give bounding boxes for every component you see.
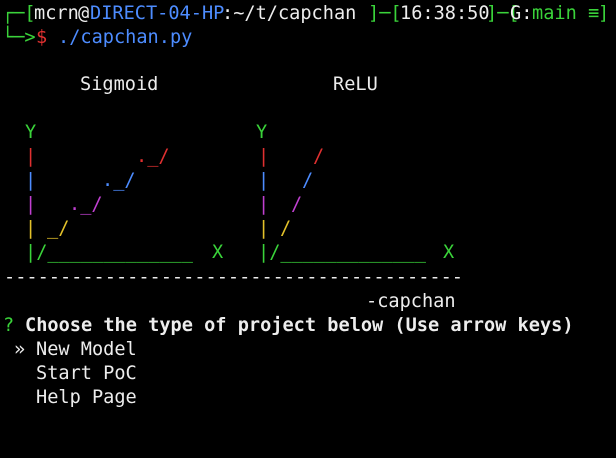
menu-item-label: Help Page [36,387,137,408]
prompt-corner-top: ┌─[ [2,3,36,24]
sigmoid-axis-seg-3: | [25,194,37,215]
sigmoid-axis-seg-4: | [25,218,37,239]
prompt-header: ┌─[ mcrn @ DIRECT-04-HP :~/t/capchan ]─[… [0,2,609,26]
question-marker: ? [3,315,15,336]
prompt-git-branch: main ≡ [532,3,600,24]
sigmoid-curve-seg-4: ._/ [136,146,170,167]
relu-axis-seg-3: | [258,194,270,215]
relu-x-axis: |/_____________ [258,242,426,263]
prompt-git-label: G: [510,3,533,24]
relu-axis-seg-1: | [258,146,270,167]
prompt-corner-bottom: └─> [2,27,36,48]
menu-pointer: » [14,339,26,360]
sigmoid-y-label: Y [25,122,37,143]
menu-item-help-page[interactable]: Help Page [0,386,137,410]
sigmoid-axis-seg-1: | [25,146,37,167]
prompt-dollar: $ [36,27,48,48]
sigmoid-x-axis: |/_____________ [25,242,193,263]
relu-curve-seg-2: / [291,194,303,215]
prompt-at: @ [78,3,90,24]
relu-y-label: Y [256,122,268,143]
sigmoid-curve-seg-3: ._/ [102,170,136,191]
sigmoid-curve-seg-2: ._/ [69,194,103,215]
relu-curve-seg-3: / [302,170,314,191]
signature-text: -capchan [366,291,456,312]
relu-axis-seg-2: | [258,170,270,191]
separator-line: ----------------------------------------… [4,267,463,288]
prompt-user: mcrn [34,3,79,24]
relu-curve-seg-1: / [280,218,292,239]
command-text: ./capchan.py [58,27,193,48]
sigmoid-curve-seg-1: _/ [47,218,70,239]
prompt-time: 16:38:50 [400,3,490,24]
prompt-question: ? Choose the type of project below (Use … [0,314,574,338]
question-text: Choose the type of project below (Use ar… [25,315,574,336]
menu-item-label: Start PoC [36,363,137,384]
menu-item-new-model[interactable]: » New Model [0,338,137,362]
relu-curve-seg-4: / [313,146,325,167]
relu-x-label: X [443,242,455,263]
prompt-bracket-time-open: ]─[ [368,3,402,24]
menu-item-label: New Model [36,339,137,360]
sigmoid-title: Sigmoid [80,74,159,95]
menu-item-start-poc[interactable]: Start PoC [0,362,137,386]
prompt-path: :~/t/capchan [222,3,357,24]
sigmoid-axis-seg-2: | [25,170,37,191]
terminal-window: ┌─[ mcrn @ DIRECT-04-HP :~/t/capchan ]─[… [0,0,616,416]
sigmoid-x-label: X [212,242,224,263]
prompt-host: DIRECT-04-HP [90,3,225,24]
prompt-command-line: └─> $ ./capchan.py [0,26,192,50]
prompt-bracket-git-close: ] [598,3,610,24]
relu-title: ReLU [333,74,378,95]
relu-axis-seg-4: | [258,218,270,239]
